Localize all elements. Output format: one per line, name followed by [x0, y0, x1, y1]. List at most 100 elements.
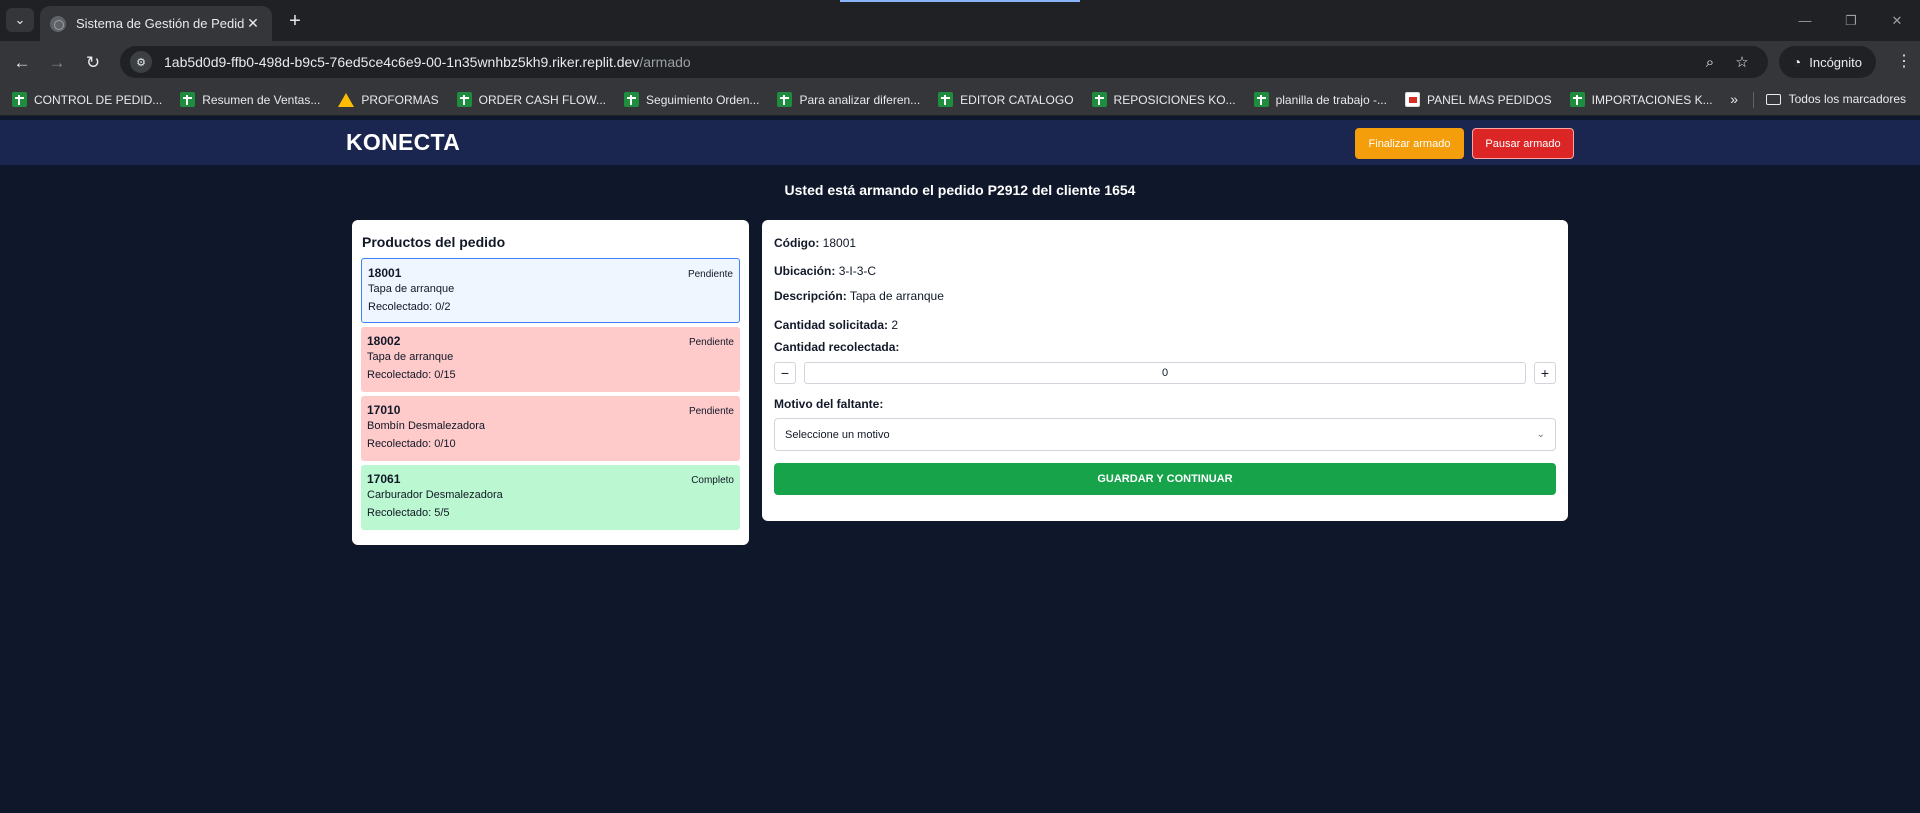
product-description: Tapa de arranque: [368, 283, 455, 295]
product-collected: Recolectado: 0/10: [367, 438, 456, 450]
back-arrow-icon[interactable]: ←: [8, 49, 36, 77]
more-menu-icon[interactable]: ⋮: [1896, 51, 1912, 71]
sheets-icon: [777, 92, 793, 107]
product-collected: Recolectado: 0/15: [367, 369, 456, 381]
drive-icon: [338, 92, 355, 107]
sheets-icon: [624, 92, 640, 107]
product-collected: Recolectado: 5/5: [367, 507, 450, 519]
bookmark-label: IMPORTACIONES K...: [1591, 92, 1713, 107]
restore-icon[interactable]: ❐: [1828, 0, 1874, 41]
product-item[interactable]: 17010 Bombín Desmalezadora Recolectado: …: [361, 396, 740, 461]
requested-qty-field: Cantidad solicitada: 2: [774, 318, 898, 332]
increment-button[interactable]: +: [1534, 362, 1556, 384]
incognito-badge[interactable]: ◔ Incógnito: [1778, 46, 1876, 78]
browser-tabstrip: ⌄ Sistema de Gestión de Pedidos ✕ + — ❐ …: [0, 0, 1920, 41]
bookmark-label: Resumen de Ventas...: [202, 92, 321, 107]
sheets-icon: [12, 92, 27, 107]
all-bookmarks-button[interactable]: Todos los marcadores: [1765, 92, 1906, 106]
products-panel: Productos del pedido 18001 Tapa de arran…: [352, 220, 749, 545]
address-bar[interactable]: ⚙ 1ab5d0d9-ffb0-498d-b9c5-76ed5ce4c6e9-0…: [120, 46, 1768, 78]
description-value: Tapa de arranque: [849, 289, 944, 303]
close-window-icon[interactable]: ✕: [1874, 0, 1920, 41]
sheets-icon: [180, 92, 196, 107]
status-badge: Pendiente: [687, 269, 733, 280]
close-icon[interactable]: ✕: [244, 15, 262, 32]
code-value: 18001: [822, 236, 857, 250]
url-text[interactable]: 1ab5d0d9-ffb0-498d-b9c5-76ed5ce4c6e9-00-…: [164, 54, 1694, 70]
sheets-icon: [1253, 92, 1269, 107]
bookmark-item[interactable]: REPOSICIONES KO...: [1091, 92, 1236, 107]
order-message: Usted está armando el pedido P2912 del c…: [784, 182, 1136, 198]
zoom-icon[interactable]: ⌕: [1694, 54, 1726, 71]
globe-icon: [50, 15, 66, 32]
browser-toolbar: ← → ↻ ⚙ 1ab5d0d9-ffb0-498d-b9c5-76ed5ce4…: [0, 41, 1920, 84]
bookmark-label: REPOSICIONES KO...: [1113, 92, 1236, 107]
forward-arrow-icon[interactable]: →: [43, 49, 71, 77]
product-item[interactable]: 17061 Carburador Desmalezadora Recolecta…: [361, 465, 740, 530]
sheets-icon: [456, 92, 472, 107]
product-code: 17010: [367, 403, 401, 417]
decrement-button[interactable]: −: [774, 362, 796, 384]
tab-search-button[interactable]: ⌄: [6, 8, 34, 32]
pause-assembly-button[interactable]: Pausar armado: [1472, 128, 1574, 159]
bookmarks-bar: CONTROL DE PEDID... Resumen de Ventas... P…: [0, 84, 1920, 116]
collected-qty-label: Cantidad recolectada:: [774, 340, 900, 354]
more-bookmarks-icon[interactable]: »: [1730, 91, 1738, 107]
app-header: KONECTA Finalizar armado Pausar armado: [0, 120, 1920, 165]
window-controls: — ❐ ✕: [1782, 0, 1920, 41]
shortage-reason-select[interactable]: Seleccione un motivo ⌄: [774, 418, 1556, 451]
requested-label: Cantidad solicitada:: [774, 318, 889, 332]
save-and-continue-button[interactable]: GUARDAR Y CONTINUAR: [774, 463, 1556, 495]
product-description: Bombín Desmalezadora: [367, 420, 486, 432]
requested-value: 2: [891, 318, 899, 332]
sheets-icon: [938, 92, 954, 107]
browser-tab[interactable]: Sistema de Gestión de Pedidos ✕: [40, 6, 272, 41]
bookmark-label: Seguimiento Orden...: [646, 92, 760, 107]
bookmark-label: PANEL MAS PEDIDOS: [1426, 92, 1552, 107]
bookmark-item[interactable]: Para analizar diferen...: [777, 92, 920, 107]
incognito-icon: ◔: [1792, 54, 1802, 70]
status-badge: Completo: [691, 475, 734, 486]
description-label: Descripción:: [774, 289, 847, 303]
product-item[interactable]: 18001 Tapa de arranque Recolectado: 0/2 …: [361, 258, 740, 323]
location-label: Ubicación:: [774, 264, 836, 278]
bookmark-item[interactable]: IMPORTACIONES K...: [1569, 92, 1713, 107]
folder-icon: [1765, 93, 1781, 105]
bookmark-label: CONTROL DE PEDID...: [34, 92, 163, 107]
bookmark-item[interactable]: PANEL MAS PEDIDOS: [1404, 92, 1552, 107]
sheets-icon: [1091, 92, 1107, 107]
finalize-assembly-button[interactable]: Finalizar armado: [1355, 128, 1464, 159]
status-badge: Pendiente: [688, 406, 734, 417]
product-detail-panel: Código: 18001 Ubicación: 3-I-3-C Descrip…: [762, 220, 1568, 521]
bookmark-label: EDITOR CATALOGO: [960, 92, 1074, 107]
description-field: Descripción: Tapa de arranque: [774, 289, 944, 303]
bookmark-label: PROFORMAS: [361, 92, 439, 107]
bookmark-item[interactable]: CONTROL DE PEDID...: [12, 92, 162, 107]
products-title: Productos del pedido: [362, 234, 506, 250]
minimize-icon[interactable]: —: [1782, 0, 1828, 41]
bookmark-item[interactable]: PROFORMAS: [338, 92, 439, 107]
bookmark-item[interactable]: ORDER CASH FLOW...: [456, 92, 607, 107]
tab-title: Sistema de Gestión de Pedidos: [76, 16, 244, 31]
product-collected: Recolectado: 0/2: [368, 301, 451, 313]
product-item[interactable]: 18002 Tapa de arranque Recolectado: 0/15…: [361, 327, 740, 392]
product-code: 18001: [368, 266, 402, 280]
code-field: Código: 18001: [774, 236, 856, 250]
bookmark-label: ORDER CASH FLOW...: [478, 92, 607, 107]
product-code: 18002: [367, 334, 401, 348]
bookmark-item[interactable]: Resumen de Ventas...: [180, 92, 320, 107]
bookmark-item[interactable]: Seguimiento Orden...: [624, 92, 759, 107]
location-value: 3-I-3-C: [838, 264, 877, 278]
chevron-down-icon: ⌄: [1536, 429, 1545, 440]
product-code: 17061: [367, 472, 401, 486]
new-tab-button[interactable]: +: [282, 8, 308, 34]
collected-quantity-input[interactable]: [804, 362, 1526, 384]
site-info-icon[interactable]: ⚙: [130, 51, 152, 73]
bookmark-item[interactable]: planilla de trabajo -...: [1253, 92, 1387, 107]
code-label: Código:: [774, 236, 820, 250]
bookmark-item[interactable]: EDITOR CATALOGO: [938, 92, 1074, 107]
bookmark-star-icon[interactable]: ☆: [1726, 53, 1758, 71]
bookmark-label: planilla de trabajo -...: [1275, 92, 1387, 107]
select-placeholder: Seleccione un motivo: [785, 428, 890, 441]
reload-icon[interactable]: ↻: [79, 49, 107, 77]
